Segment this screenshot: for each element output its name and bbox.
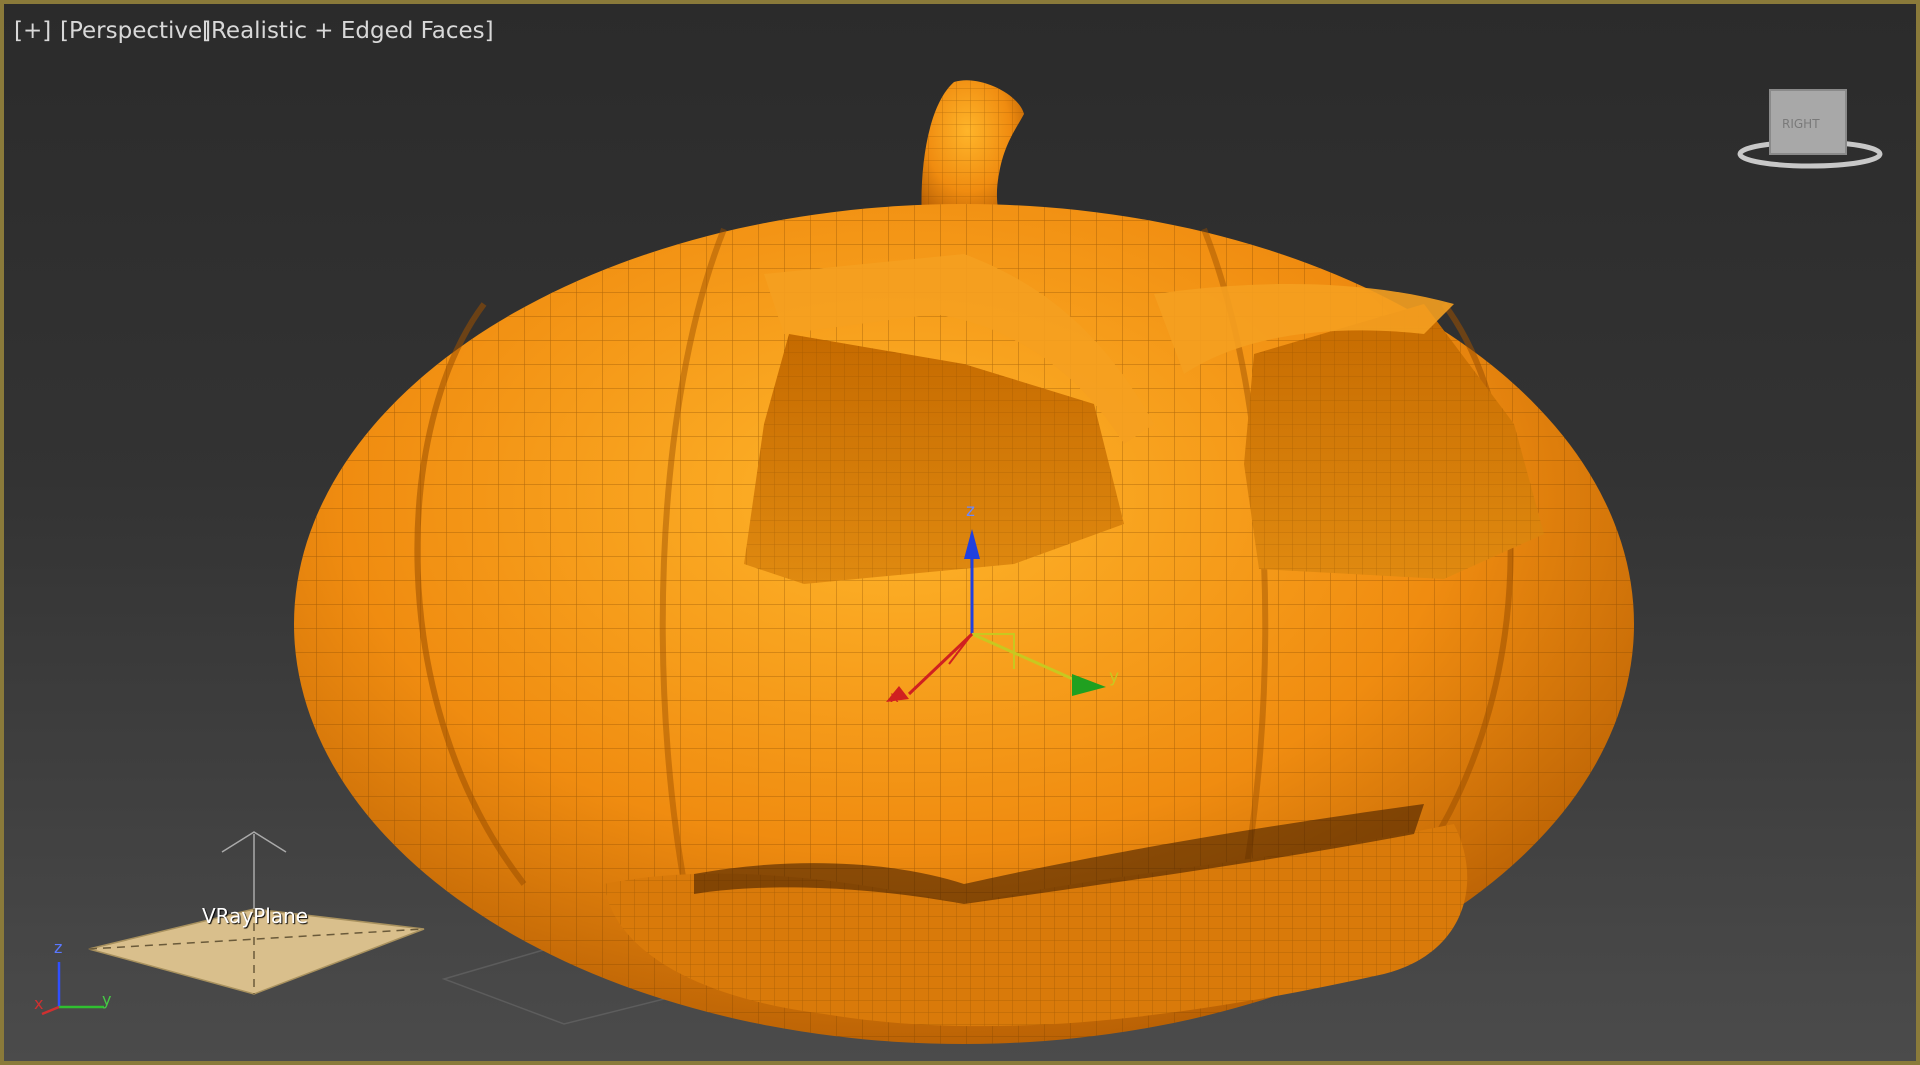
viewport-view-label[interactable]: [Perspective]	[60, 18, 211, 44]
axis-z-label: z	[54, 938, 63, 957]
gizmo-x-label: x	[890, 688, 899, 706]
viewport-shading-label[interactable]: [Realistic + Edged Faces]	[202, 18, 494, 44]
gizmo-z-label: z	[966, 501, 975, 521]
viewcube-face-label: RIGHT	[1782, 117, 1820, 131]
perspective-viewport[interactable]: z y x RIGHT [+] [Perspective] [Realistic…	[0, 0, 1920, 1065]
vrayplane-label: VRayPlane	[202, 904, 309, 928]
scene-canvas[interactable]: z y x RIGHT	[4, 4, 1916, 1061]
pumpkin-mesh[interactable]	[294, 204, 1634, 1044]
gizmo-y-label: y	[1109, 667, 1119, 687]
axis-x-label: x	[34, 994, 44, 1013]
axis-tripod	[41, 962, 104, 1016]
viewcube[interactable]: RIGHT	[1737, 89, 1883, 169]
viewport-menu-button[interactable]: [+]	[14, 18, 51, 44]
axis-y-label: y	[102, 990, 112, 1009]
